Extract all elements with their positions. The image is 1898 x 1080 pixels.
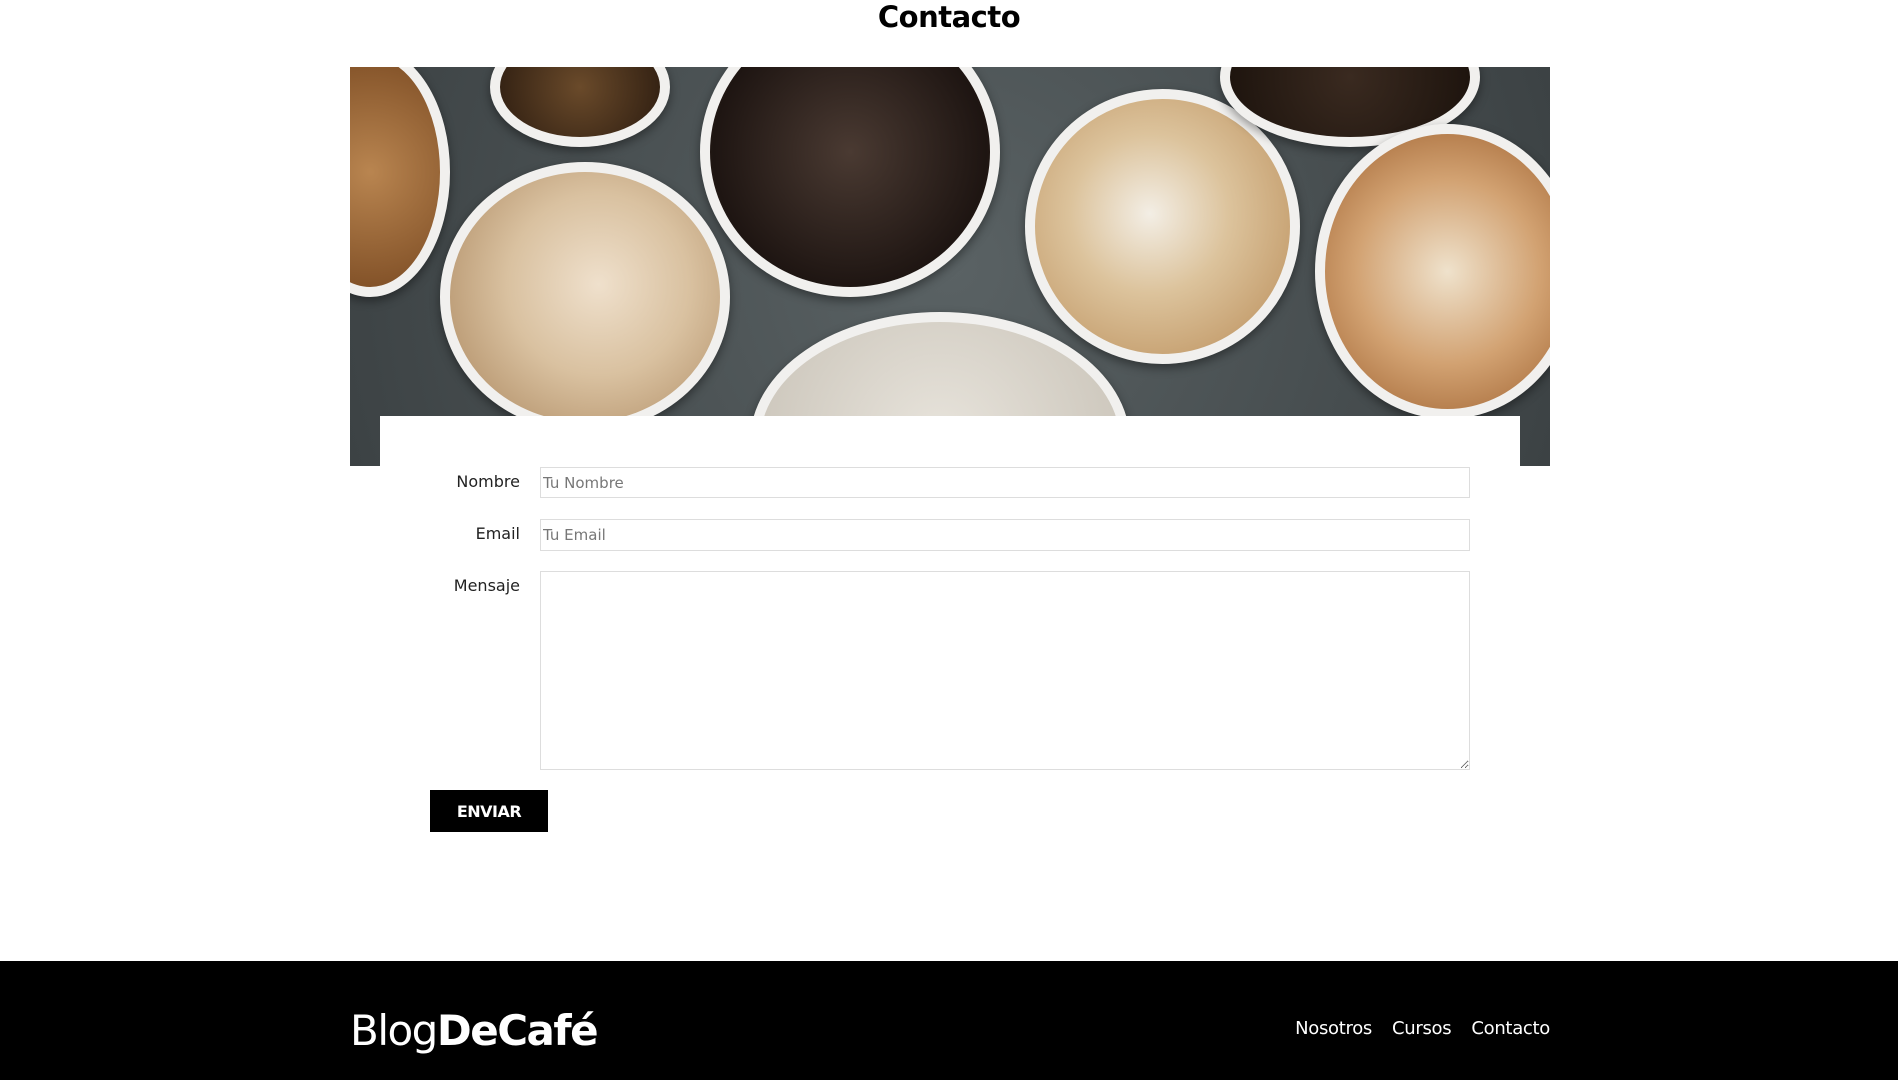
page-title: Contacto	[877, 0, 1021, 34]
nav-link-nosotros[interactable]: Nosotros	[1295, 1018, 1372, 1039]
footer-logo[interactable]: BlogDeCafé	[350, 1005, 599, 1057]
mensaje-label: Mensaje	[453, 576, 520, 595]
logo-bold: DeCafé	[436, 1006, 599, 1055]
nav-link-cursos[interactable]: Cursos	[1392, 1018, 1452, 1039]
enviar-button[interactable]: ENVIAR	[430, 790, 548, 832]
hero-image	[350, 67, 1550, 466]
footer: BlogDeCafé Nosotros Cursos Contacto	[0, 961, 1898, 1080]
mensaje-textarea[interactable]	[540, 571, 1470, 770]
email-label: Email	[475, 524, 520, 543]
nav-link-contacto[interactable]: Contacto	[1471, 1018, 1550, 1039]
logo-light: Blog	[350, 1006, 438, 1055]
nombre-label: Nombre	[456, 472, 520, 491]
email-input[interactable]	[540, 519, 1470, 551]
nombre-input[interactable]	[540, 467, 1470, 498]
footer-nav: Nosotros Cursos Contacto	[1295, 1018, 1550, 1039]
